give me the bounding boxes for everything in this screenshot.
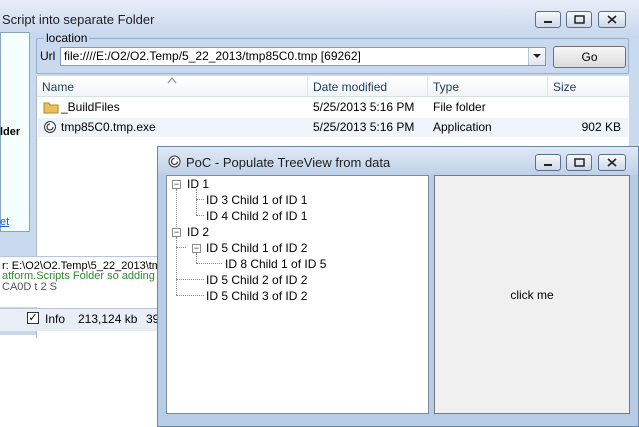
left-panel-link[interactable]: et xyxy=(0,216,9,228)
application-icon xyxy=(43,120,57,137)
close-button[interactable] xyxy=(598,154,626,171)
tree-line xyxy=(196,189,197,215)
tree-line xyxy=(196,263,222,264)
minimize-button[interactable] xyxy=(535,11,561,28)
file-type: Application xyxy=(433,120,492,134)
file-name: tmp85C0.tmp.exe xyxy=(61,120,156,134)
minimize-icon xyxy=(544,21,552,23)
location-group-label: location xyxy=(44,31,90,45)
tree-node[interactable]: ID 4 Child 2 of ID 1 xyxy=(206,209,307,223)
maximize-button[interactable] xyxy=(566,11,592,28)
url-dropdown-button[interactable] xyxy=(528,48,545,65)
collapse-toggle[interactable]: − xyxy=(192,244,201,253)
url-label: Url xyxy=(40,49,56,63)
column-header-date[interactable]: Date modified xyxy=(308,77,428,97)
tree-node[interactable]: ID 1 xyxy=(187,177,209,191)
go-button[interactable]: Go xyxy=(553,46,626,68)
file-size: 902 KB xyxy=(581,120,621,134)
url-value: file:////E:/O2/O2.Temp/5_22_2013/tmp85C0… xyxy=(64,49,361,63)
tree-node[interactable]: ID 3 Child 1 of ID 1 xyxy=(206,193,307,207)
app-icon xyxy=(168,155,181,168)
collapse-toggle[interactable]: − xyxy=(172,228,181,237)
log-line: CA0D t 2 S xyxy=(2,281,58,293)
column-header-size[interactable]: Size xyxy=(548,77,629,97)
tree-node[interactable]: ID 5 Child 1 of ID 2 xyxy=(206,241,307,255)
tree-line xyxy=(176,279,204,280)
column-header-type[interactable]: Type xyxy=(428,77,548,97)
left-panel-text: lder xyxy=(0,126,21,138)
click-me-label: click me xyxy=(510,288,554,302)
tree-line xyxy=(176,237,177,295)
chevron-down-icon xyxy=(533,54,541,58)
tree-node[interactable]: ID 8 Child 1 of ID 5 xyxy=(225,257,326,271)
info-label: Info xyxy=(45,312,66,326)
info-checkbox[interactable]: ✓ xyxy=(27,312,39,324)
tree-line xyxy=(196,253,197,263)
collapse-toggle[interactable]: − xyxy=(172,180,181,189)
maximize-button[interactable] xyxy=(566,154,592,171)
file-type: File folder xyxy=(433,100,486,114)
file-date: 5/25/2013 5:16 PM xyxy=(313,100,415,114)
sort-ascending-icon xyxy=(167,73,177,87)
maximize-icon xyxy=(574,158,585,167)
close-button[interactable] xyxy=(598,11,626,28)
tree-line xyxy=(196,215,204,216)
file-date: 5/25/2013 5:16 PM xyxy=(313,120,415,134)
tree-node[interactable]: ID 5 Child 2 of ID 2 xyxy=(206,273,307,287)
close-icon xyxy=(607,15,617,24)
minimize-button[interactable] xyxy=(535,154,561,171)
memory-usage: 213,124 kb xyxy=(78,312,138,326)
maximize-icon xyxy=(574,15,585,24)
explorer-title: Script into separate Folder xyxy=(2,12,155,27)
tree-line xyxy=(196,199,204,200)
close-icon xyxy=(607,158,617,167)
folder-icon xyxy=(43,100,59,117)
treeview-title: PoC - Populate TreeView from data xyxy=(186,155,391,170)
tree-line xyxy=(176,295,204,296)
tree-line xyxy=(176,247,186,248)
tree-node[interactable]: ID 2 xyxy=(187,225,209,239)
tree-node[interactable]: ID 5 Child 3 of ID 2 xyxy=(206,289,307,303)
minimize-icon xyxy=(544,164,552,166)
file-name: _BuildFiles xyxy=(61,100,120,114)
